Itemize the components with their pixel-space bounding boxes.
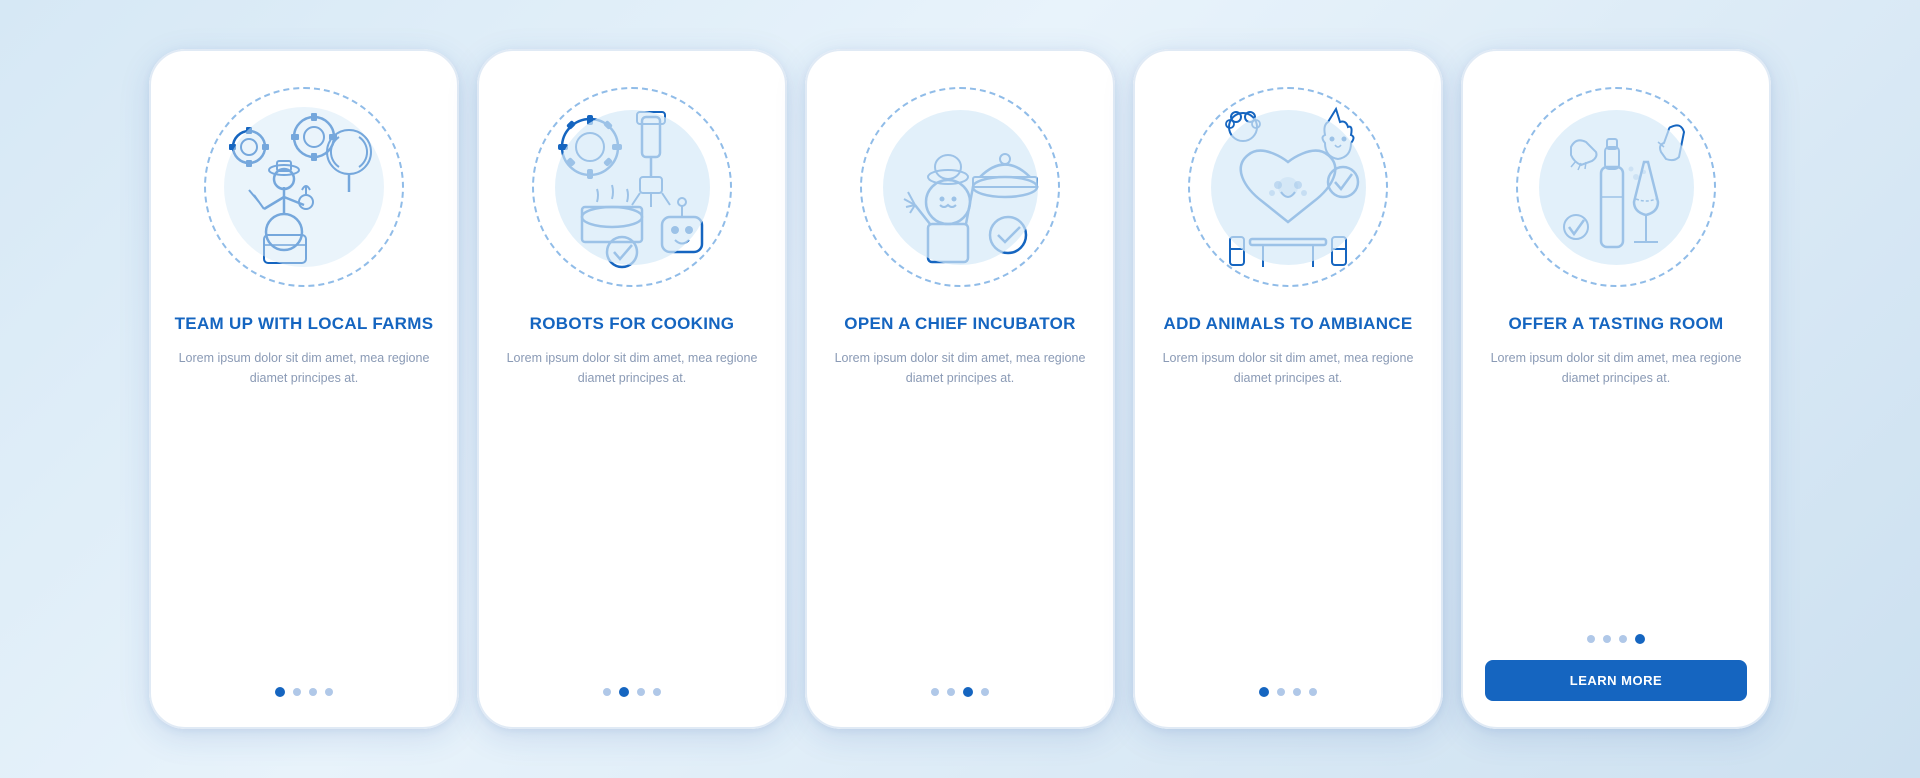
dots-tasting — [1587, 634, 1645, 648]
dot-4[interactable] — [1309, 688, 1317, 696]
dot-3[interactable] — [1619, 635, 1627, 643]
illustration-team-up — [194, 77, 414, 297]
dots-team-up — [275, 687, 333, 701]
card-title-chief: OPEN A CHIEF INCUBATOR — [844, 313, 1075, 334]
card-desc-chief: Lorem ipsum dolor sit dim amet, mea regi… — [829, 348, 1091, 669]
card-title-team-up: TEAM UP WITH LOCAL FARMS — [175, 313, 434, 334]
dots-animals — [1259, 687, 1317, 701]
card-title-robots: ROBOTS FOR COOKING — [530, 313, 735, 334]
card-desc-tasting: Lorem ipsum dolor sit dim amet, mea regi… — [1485, 348, 1747, 616]
dots-chief — [931, 687, 989, 701]
dot-2[interactable] — [293, 688, 301, 696]
dot-2[interactable] — [1277, 688, 1285, 696]
card-robots: ROBOTS FOR COOKING Lorem ipsum dolor sit… — [477, 49, 787, 729]
illustration-robots — [522, 77, 742, 297]
dot-3[interactable] — [963, 687, 973, 697]
card-title-animals: ADD ANIMALS TO AMBIANCE — [1164, 313, 1413, 334]
learn-more-button[interactable]: LEARN MORE — [1485, 660, 1747, 701]
dot-3[interactable] — [309, 688, 317, 696]
card-desc-animals: Lorem ipsum dolor sit dim amet, mea regi… — [1157, 348, 1419, 669]
dot-3[interactable] — [637, 688, 645, 696]
cards-container: TEAM UP WITH LOCAL FARMS Lorem ipsum dol… — [109, 19, 1811, 759]
dot-3[interactable] — [1293, 688, 1301, 696]
card-team-up: TEAM UP WITH LOCAL FARMS Lorem ipsum dol… — [149, 49, 459, 729]
card-desc-robots: Lorem ipsum dolor sit dim amet, mea regi… — [501, 348, 763, 669]
dot-1[interactable] — [275, 687, 285, 697]
card-title-tasting: OFFER A TASTING ROOM — [1508, 313, 1723, 334]
dot-4[interactable] — [981, 688, 989, 696]
illustration-animals — [1178, 77, 1398, 297]
dot-1[interactable] — [1259, 687, 1269, 697]
card-chief-incubator: OPEN A CHIEF INCUBATOR Lorem ipsum dolor… — [805, 49, 1115, 729]
card-desc-team-up: Lorem ipsum dolor sit dim amet, mea regi… — [173, 348, 435, 669]
card-animals: ADD ANIMALS TO AMBIANCE Lorem ipsum dolo… — [1133, 49, 1443, 729]
illustration-tasting — [1506, 77, 1726, 297]
dots-robots — [603, 687, 661, 701]
dot-2[interactable] — [619, 687, 629, 697]
dot-1[interactable] — [603, 688, 611, 696]
dot-4[interactable] — [1635, 634, 1645, 644]
dot-1[interactable] — [1587, 635, 1595, 643]
dot-2[interactable] — [1603, 635, 1611, 643]
card-tasting-room: OFFER A TASTING ROOM Lorem ipsum dolor s… — [1461, 49, 1771, 729]
dot-1[interactable] — [931, 688, 939, 696]
dot-2[interactable] — [947, 688, 955, 696]
illustration-chief — [850, 77, 1070, 297]
dot-4[interactable] — [653, 688, 661, 696]
dot-4[interactable] — [325, 688, 333, 696]
